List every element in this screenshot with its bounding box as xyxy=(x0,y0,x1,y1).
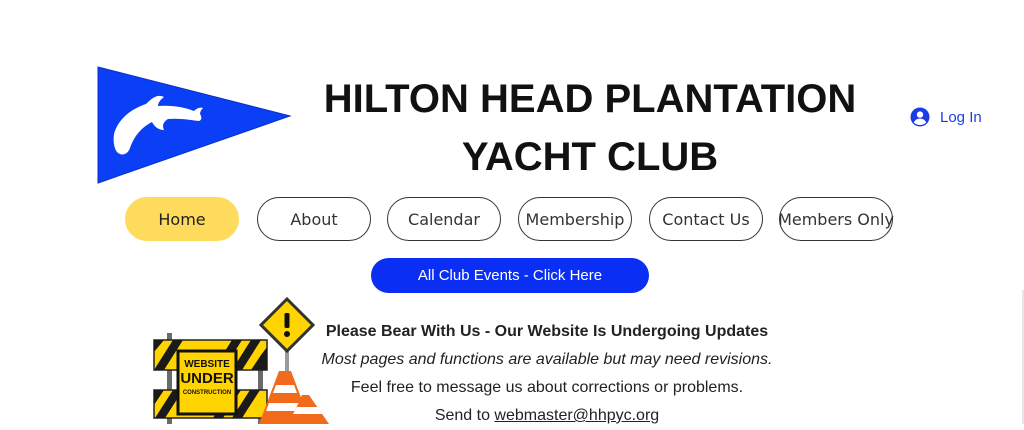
notice-heading: Please Bear With Us - Our Website Is Und… xyxy=(325,323,769,340)
nav-item-about[interactable]: About xyxy=(257,197,371,241)
notice-message: Feel free to message us about correction… xyxy=(350,379,744,396)
dolphin-burgee-icon[interactable] xyxy=(96,64,292,186)
login-button[interactable]: Log In xyxy=(910,104,982,130)
site-title-line2: YACHT CLUB xyxy=(461,135,719,179)
nav-item-membership[interactable]: Membership xyxy=(518,197,632,241)
user-icon xyxy=(910,107,930,127)
notice-subheading: Most pages and functions are available b… xyxy=(321,351,773,368)
sign-text-line2: UNDER xyxy=(180,370,234,387)
sign-text-line1: WEBSITE xyxy=(184,359,230,370)
sign-text-line3: CONSTRUCTION xyxy=(183,390,231,396)
webmaster-email-link[interactable]: webmaster@hhpyc.org xyxy=(494,407,659,424)
notice-send-prefix: Send to xyxy=(434,407,495,424)
barrier-icon: WEBSITE UNDER CONSTRUCTION xyxy=(153,333,268,424)
nav-item-calendar[interactable]: Calendar xyxy=(387,197,501,241)
update-notice: Please Bear With Us - Our Website Is Und… xyxy=(302,318,792,430)
site-title-line1: HILTON HEAD PLANTATION xyxy=(323,77,857,121)
notice-send-line: Send to webmaster@hhpyc.org xyxy=(302,402,792,430)
site-title: HILTON HEAD PLANTATION YACHT CLUB xyxy=(300,70,880,186)
all-club-events-button[interactable]: All Club Events - Click Here xyxy=(371,258,649,293)
nav-item-members-only[interactable]: Members Only xyxy=(778,197,894,241)
nav-item-contact-us[interactable]: Contact Us xyxy=(649,197,763,241)
login-label: Log In xyxy=(940,108,982,126)
page: HILTON HEAD PLANTATION YACHT CLUB Log In… xyxy=(0,0,1024,424)
nav-item-home[interactable]: Home xyxy=(125,197,239,241)
